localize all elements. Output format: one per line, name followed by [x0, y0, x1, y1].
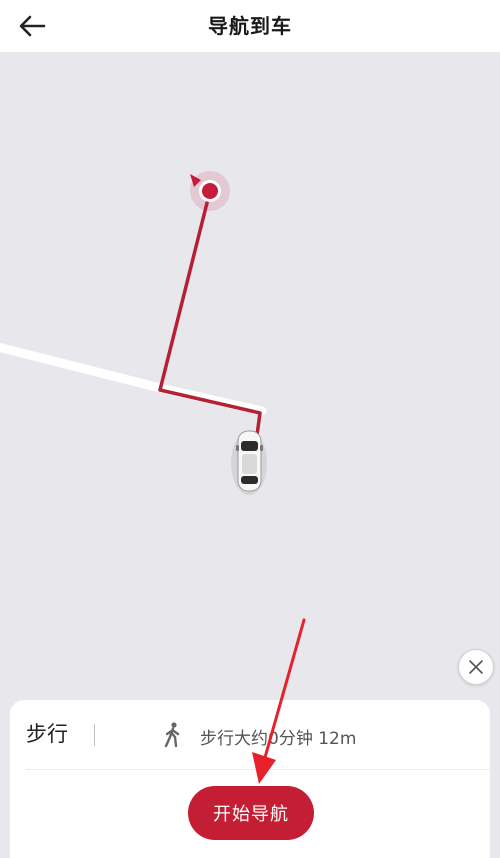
travel-mode-label[interactable]: 步行	[26, 718, 68, 748]
divider	[94, 724, 95, 746]
separator	[26, 769, 490, 770]
route-estimate: 步行大约0分钟 12m	[200, 729, 357, 749]
start-navigation-button[interactable]: 开始导航	[188, 786, 314, 840]
road	[0, 342, 267, 416]
close-icon	[469, 660, 483, 674]
navigation-panel: 步行 步行大约0分钟 12m 开始导航	[10, 700, 490, 858]
header-bar: 导航到车	[0, 0, 500, 53]
walking-person-icon	[164, 722, 180, 748]
destination-marker-core	[202, 183, 218, 199]
page-title: 导航到车	[208, 14, 292, 38]
car-icon[interactable]	[231, 430, 267, 495]
close-button[interactable]	[458, 649, 494, 685]
